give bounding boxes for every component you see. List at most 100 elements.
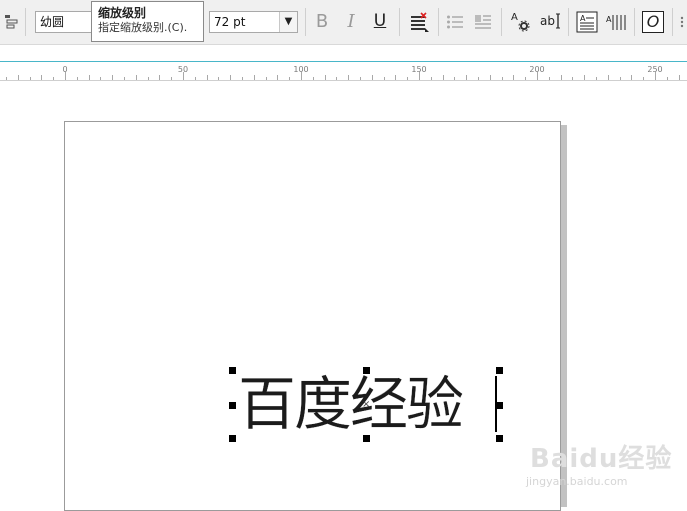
ruler-tick <box>478 77 479 80</box>
ruler-tick <box>525 77 527 80</box>
ruler-tick <box>6 77 7 80</box>
ruler-tick <box>383 77 385 80</box>
ruler-tick <box>53 77 55 80</box>
ruler-tick <box>572 77 574 80</box>
ruler-tick <box>513 75 515 80</box>
text-cursor-icon <box>555 12 561 34</box>
ruler-tick <box>631 75 633 80</box>
ruler-tick <box>619 77 621 80</box>
drop-cap-icon[interactable] <box>474 13 492 35</box>
ruler-tick <box>336 77 338 80</box>
selection-handle-middle-left[interactable] <box>229 402 236 409</box>
ruler-tick <box>419 72 420 80</box>
horizontal-ruler[interactable]: 0 50 100 150 200 250 <box>0 62 687 81</box>
bold-button[interactable]: B <box>312 9 332 33</box>
ruler-tick <box>183 72 184 80</box>
italic-button[interactable]: I <box>341 9 361 33</box>
ruler-tick <box>65 72 66 80</box>
ruler-tick <box>76 77 78 80</box>
document-page[interactable] <box>64 121 561 511</box>
toolbar-separator <box>305 8 306 36</box>
ruler-tick <box>289 77 291 80</box>
ruler-tick <box>454 77 456 80</box>
toolbar-separator <box>634 8 635 36</box>
toolbar-separator <box>501 8 502 36</box>
paragraph-align-icon[interactable] <box>3 13 19 33</box>
ruler-tick <box>218 77 220 80</box>
ruler-tick <box>265 77 267 80</box>
toolbar-separator <box>672 8 673 36</box>
ruler-tick <box>230 75 232 80</box>
toolbar-overflow-icon[interactable] <box>678 14 686 33</box>
property-toolbar: 幼圆 72 pt ▼ B I U A ab A A O 缩放级别 指定缩放级别.… <box>0 0 687 45</box>
ruler-tick <box>348 75 350 80</box>
character-formatting-icon[interactable]: A <box>511 12 531 32</box>
ruler-tick <box>17 75 19 80</box>
selection-handle-bottom-right[interactable] <box>496 435 503 442</box>
ruler-tick <box>171 77 173 80</box>
horizontal-text-icon[interactable]: A <box>576 11 598 37</box>
edit-text-button[interactable]: ab <box>540 14 555 28</box>
ruler-tick <box>501 77 503 80</box>
font-size-input[interactable]: 72 pt ▼ <box>209 11 298 33</box>
font-size-value: 72 pt <box>214 15 246 29</box>
toolbar-separator <box>568 8 569 36</box>
ruler-tick <box>537 72 538 80</box>
ruler-tick <box>360 77 361 80</box>
ruler-tick <box>466 75 468 80</box>
selection-handle-bottom-middle[interactable] <box>363 435 370 442</box>
selection-handle-bottom-left[interactable] <box>229 435 236 442</box>
ruler-tick <box>643 77 645 80</box>
ruler-tick <box>596 77 597 80</box>
ruler-tick <box>301 72 302 80</box>
ruler-tick <box>206 75 208 80</box>
ruler-tick <box>147 77 149 80</box>
ruler-tick <box>607 75 609 80</box>
tooltip-title: 缩放级别 <box>98 6 147 20</box>
ruler-tick <box>407 77 409 80</box>
selection-handle-top-middle[interactable] <box>363 367 370 374</box>
bullet-list-icon[interactable] <box>446 13 464 35</box>
svg-text:A: A <box>580 14 586 23</box>
ruler-tick <box>678 75 680 80</box>
vertical-text-icon[interactable]: A <box>605 11 627 37</box>
selection-handle-middle-right[interactable] <box>496 402 503 409</box>
ruler-tick <box>655 72 656 80</box>
ruler-tick <box>242 77 243 80</box>
ruler-tick <box>560 75 562 80</box>
ruler-tick <box>29 77 31 80</box>
ruler-tick <box>100 77 102 80</box>
ruler-tick <box>666 77 668 80</box>
toolbar-separator <box>438 8 439 36</box>
character-glyph: A <box>511 12 518 23</box>
zoom-level-tooltip: 缩放级别 指定缩放级别.(C). <box>91 1 204 42</box>
watermark-brand: Baidu经验 <box>530 444 673 474</box>
ruler-tick <box>253 75 255 80</box>
ruler-tick <box>489 75 491 80</box>
ruler-tick <box>88 75 90 80</box>
ruler-tick <box>312 77 314 80</box>
selection-handle-top-left[interactable] <box>229 367 236 374</box>
ruler-tick <box>112 75 114 80</box>
selection-handle-top-right[interactable] <box>496 367 503 374</box>
chevron-down-icon[interactable]: ▼ <box>279 12 297 32</box>
ruler-tick <box>41 75 43 80</box>
ruler-tick <box>442 75 444 80</box>
ruler-tick <box>584 75 586 80</box>
underline-button[interactable]: U <box>370 9 390 33</box>
ruler-tick <box>548 77 550 80</box>
toolbar-separator <box>25 8 26 36</box>
ruler-tick <box>159 75 161 80</box>
ruler-tick <box>324 75 326 80</box>
watermark-url: jingyan.baidu.com <box>526 475 628 488</box>
ruler-tick <box>371 75 373 80</box>
ruler-tick <box>277 75 279 80</box>
tooltip-description: 指定缩放级别.(C). <box>98 21 188 34</box>
svg-text:A: A <box>606 15 612 24</box>
interactive-oa-button[interactable]: O <box>642 11 664 33</box>
ruler-tick <box>135 75 137 80</box>
text-align-none-icon[interactable] <box>409 12 431 38</box>
rotation-center-marker[interactable]: × <box>362 399 370 410</box>
ruler-tick <box>395 75 397 80</box>
ruler-tick <box>124 77 125 80</box>
